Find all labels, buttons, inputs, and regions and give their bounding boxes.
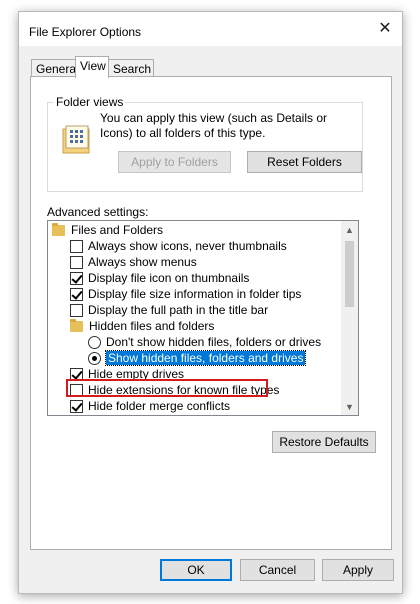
vertical-scrollbar[interactable]: ▲ ▼ <box>341 221 358 415</box>
restore-defaults-button[interactable]: Restore Defaults <box>272 431 376 453</box>
folder-views-icon <box>62 125 90 154</box>
tree-item-always-show-menus[interactable]: Always show menus <box>70 254 197 270</box>
tree-item-hidden-files-and-folders[interactable]: Hidden files and folders <box>70 318 214 334</box>
checkbox[interactable] <box>70 255 83 269</box>
tab-search[interactable]: Search <box>108 59 154 77</box>
advanced-settings-tree[interactable]: Files and Folders Always show icons, nev… <box>47 220 359 416</box>
highlight-annotation-box <box>66 379 268 397</box>
checkbox[interactable] <box>70 303 83 317</box>
tree-item-files-and-folders[interactable]: Files and Folders <box>52 222 163 238</box>
title-bar[interactable]: File Explorer Options ✕ <box>19 12 402 46</box>
cancel-button[interactable]: Cancel <box>240 559 315 581</box>
folder-views-group: Folder views You can apply this view (su… <box>47 95 363 192</box>
scroll-down-arrow-icon[interactable]: ▼ <box>341 398 358 415</box>
checkbox-checked[interactable] <box>70 287 83 301</box>
tab-general[interactable]: General <box>31 59 79 77</box>
apply-to-folders-button[interactable]: Apply to Folders <box>118 151 231 173</box>
advanced-settings-label: Advanced settings: <box>47 205 149 219</box>
tree-item-dont-show-hidden[interactable]: Don't show hidden files, folders or driv… <box>88 334 321 350</box>
scroll-up-arrow-icon[interactable]: ▲ <box>341 221 358 238</box>
dialog-title: File Explorer Options <box>29 25 142 39</box>
folder-views-description: You can apply this view (such as Details… <box>100 111 328 140</box>
radio-button[interactable] <box>88 335 101 349</box>
apply-button[interactable]: Apply <box>322 559 394 581</box>
tree-item-display-file-size[interactable]: Display file size information in folder … <box>70 286 301 302</box>
folder-icon <box>52 222 65 236</box>
checkbox-checked[interactable] <box>70 399 83 413</box>
tree-item-display-full-path[interactable]: Display the full path in the title bar <box>70 302 268 318</box>
radio-button-selected[interactable] <box>88 351 101 365</box>
checkbox[interactable] <box>70 239 83 253</box>
tab-view[interactable]: View <box>75 56 109 78</box>
folder-views-legend: Folder views <box>54 95 126 109</box>
tree-item-always-show-icons[interactable]: Always show icons, never thumbnails <box>70 238 287 254</box>
ok-button[interactable]: OK <box>160 559 232 581</box>
scrollbar-thumb[interactable] <box>345 241 354 307</box>
tree-item-show-hidden[interactable]: Show hidden files, folders and drives <box>88 350 307 366</box>
tree-item-display-file-icon[interactable]: Display file icon on thumbnails <box>70 270 249 286</box>
folder-icon <box>70 318 83 332</box>
view-tab-panel: Folder views You can apply this view (su… <box>30 76 392 550</box>
close-icon[interactable]: ✕ <box>368 12 402 44</box>
file-explorer-options-dialog: File Explorer Options ✕ General View Sea… <box>18 11 403 594</box>
tree-item-hide-folder-merge[interactable]: Hide folder merge conflicts <box>70 398 230 414</box>
checkbox-checked[interactable] <box>70 271 83 285</box>
reset-folders-button[interactable]: Reset Folders <box>247 151 362 173</box>
